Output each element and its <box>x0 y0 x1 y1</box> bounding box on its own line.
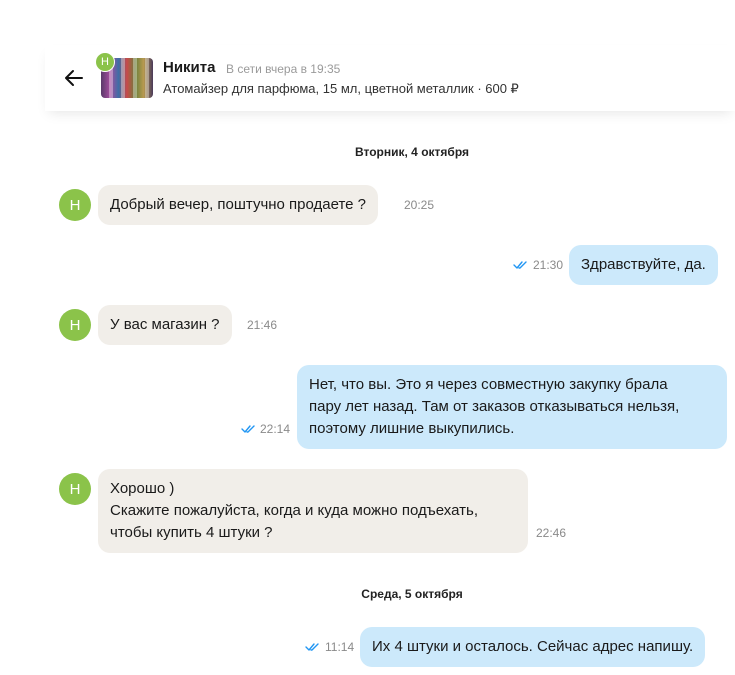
date-separator: Вторник, 4 октября <box>355 145 469 159</box>
message-bubble-incoming: Добрый вечер, поштучно продаете ? <box>98 185 379 225</box>
message-time: 21:46 <box>247 318 278 332</box>
message-bubble-incoming: У вас магазин ? <box>98 305 232 345</box>
online-status: В сети вчера в 19:35 <box>226 62 341 76</box>
sender-avatar: Н <box>59 473 91 505</box>
sender-avatar: Н <box>59 189 91 221</box>
double-check-icon <box>241 425 255 433</box>
item-title[interactable]: Атомайзер для парфюма, 15 мл, цветной ме… <box>163 81 519 97</box>
message-time: 20:25 <box>404 198 435 212</box>
double-check-icon <box>513 261 527 269</box>
message-time: 22:14 <box>260 422 291 436</box>
message-bubble-incoming: Хорошо ) Скажите пожалуйста, когда и куд… <box>98 469 528 553</box>
message-time: 22:46 <box>536 526 567 540</box>
message-time: 21:30 <box>533 258 564 272</box>
message-bubble-outgoing: Нет, что вы. Это я через совместную заку… <box>297 365 727 449</box>
message-time: 11:14 <box>325 640 355 654</box>
contact-name[interactable]: Никита <box>163 59 215 76</box>
message-bubble-outgoing: Их 4 штуки и осталось. Сейчас адрес напи… <box>360 627 706 667</box>
back-button[interactable] <box>63 67 85 89</box>
chat-header: Н Никита В сети вчера в 19:35 Атомайзер … <box>45 45 735 111</box>
double-check-icon <box>305 643 319 651</box>
arrow-left-icon <box>65 70 83 86</box>
message-bubble-outgoing: Здравствуйте, да. <box>569 245 718 285</box>
date-separator: Среда, 5 октября <box>361 587 463 601</box>
sender-avatar: Н <box>59 309 91 341</box>
contact-avatar: Н <box>95 52 115 72</box>
